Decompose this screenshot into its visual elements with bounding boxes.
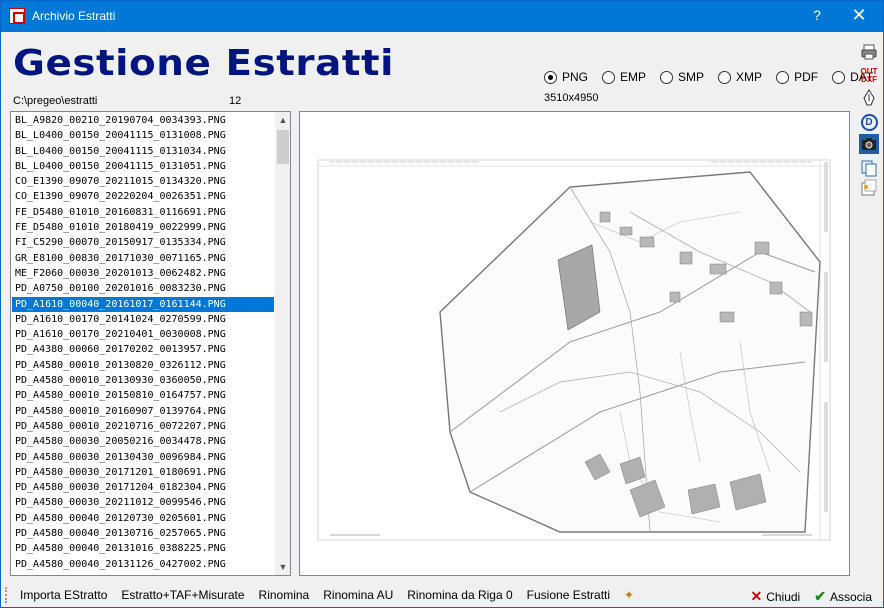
list-item[interactable]: PD_A4580_00010_20150810_0164757.PNG (12, 388, 274, 403)
radio-button[interactable] (718, 70, 732, 84)
list-item[interactable]: PD_A4580_00010_20160907_0139764.PNG (12, 404, 274, 419)
footer-button-rinomina-au[interactable]: Rinomina AU (318, 586, 398, 604)
checkmark-icon: ✔ (814, 588, 826, 604)
list-item[interactable]: CO_E1390_09070_20211015_0134320.PNG (12, 174, 274, 189)
format-option-png[interactable]: PNG (544, 70, 588, 84)
format-option-smp[interactable]: SMP (660, 70, 704, 84)
cadastral-map-image (317, 159, 831, 541)
dxf-export-label: OUT DXF (860, 67, 878, 84)
list-item[interactable]: PD_A4580_00040_20131126_0427002.PNG (12, 557, 274, 572)
folder-path: C:\pregeo\estratti (13, 95, 98, 107)
format-option-pdf[interactable]: PDF (776, 70, 818, 84)
format-option-emp[interactable]: EMP (602, 70, 646, 84)
scroll-thumb[interactable] (277, 130, 289, 164)
footer-button-estratto-taf-misurate[interactable]: Estratto+TAF+Misurate (116, 586, 249, 604)
close-window-button[interactable]: ✕ (847, 5, 871, 27)
list-item[interactable]: FE_D5480_01010_20160831_0116691.PNG (12, 205, 274, 220)
radio-button[interactable] (660, 70, 674, 84)
radio-button[interactable] (776, 70, 790, 84)
list-item[interactable]: BL_L0400_00150_20041115_0131034.PNG (12, 144, 274, 159)
list-item[interactable]: PD_A4580_00010_20130930_0360050.PNG (12, 373, 274, 388)
printer-icon[interactable] (858, 41, 880, 63)
camera-icon[interactable] (858, 133, 880, 155)
list-item[interactable]: BL_A9820_00210_20190704_0034393.PNG (12, 113, 274, 128)
format-radio-group: PNG EMP SMP XMP PDF DAT (544, 70, 884, 84)
format-option-label: XMP (736, 70, 763, 84)
close-x-icon: ✕ (750, 588, 763, 604)
radio-button[interactable] (602, 70, 616, 84)
footer-actions: Importa EStratto Estratto+TAF+Misurate Rin… (11, 586, 615, 604)
list-item[interactable]: PD_A4580_00040_20130716_0257065.PNG (12, 526, 274, 541)
list-item[interactable]: PD_A1610_00170_20141024_0270599.PNG (12, 312, 274, 327)
image-stack-icon[interactable] (858, 177, 880, 199)
file-list[interactable]: BL_A9820_00210_20190704_0034393.PNG BL_L0… (10, 111, 291, 576)
page-title: Gestione Estratti (13, 43, 395, 84)
scroll-up-icon[interactable]: ▲ (275, 112, 290, 128)
pen-nib-icon[interactable] (858, 87, 880, 109)
footer-button-rinomina[interactable]: Rinomina (254, 586, 315, 604)
list-item[interactable]: BL_L0400_00150_20041115_0131051.PNG (12, 159, 274, 174)
footer-toolbar: Importa EStratto Estratto+TAF+Misurate Rin… (1, 583, 883, 607)
window-title: Archivio Estratti (32, 9, 116, 23)
magic-wand-icon[interactable]: ✦ (619, 586, 639, 604)
list-item[interactable]: PD_A4580_00040_20120730_0205601.PNG (12, 511, 274, 526)
list-item[interactable]: GR_E8100_00830_20171030_0071165.PNG (12, 251, 274, 266)
close-button-label: Chiudi (766, 589, 801, 604)
footer-right-actions: ✕ Chiudi ✔ Associa (741, 586, 877, 607)
footer-button-rinomina-da-riga-0[interactable]: Rinomina da Riga 0 (402, 586, 517, 604)
file-count: 12 (229, 95, 242, 107)
list-item[interactable]: PD_A1610_00040_20161017_0161144.PNG (12, 296, 274, 312)
list-item[interactable]: PD_A4380_00060_20170202_0013957.PNG (12, 342, 274, 357)
app-icon (9, 8, 25, 24)
title-bar: Archivio Estratti ? ✕ (1, 1, 883, 32)
list-item[interactable]: CO_E1390_09070_20220204_0026351.PNG (12, 189, 274, 204)
list-item[interactable]: ME_F2060_00030_20201013_0062482.PNG (12, 266, 274, 281)
list-item[interactable]: PD_A4580_00030_20211012_0099546.PNG (12, 495, 274, 510)
radio-button[interactable] (544, 70, 557, 84)
associate-button[interactable]: ✔ Associa (809, 586, 877, 607)
app-window: Archivio Estratti ? ✕ Gestione Estratti … (0, 0, 884, 608)
list-item[interactable]: PD_A4580_00030_20171201_0180691.PNG (12, 465, 274, 480)
list-item[interactable]: PD_A4580_00030_20171204_0182304.PNG (12, 480, 274, 495)
list-item[interactable]: PD_A4580_00040_20131016_0388225.PNG (12, 541, 274, 556)
format-option-label: EMP (620, 70, 647, 84)
image-resolution: 3510x4950 (544, 92, 599, 104)
list-item[interactable]: PD_A4580_00030_20050216_0034478.PNG (12, 434, 274, 449)
scroll-down-icon[interactable]: ▼ (275, 559, 290, 575)
footer-button-fusione-estratti[interactable]: Fusione Estratti (522, 586, 615, 604)
d-circle-label: D (860, 113, 878, 131)
footer-button-importa-estratto[interactable]: Importa EStratto (15, 586, 112, 604)
file-list-items: BL_A9820_00210_20190704_0034393.PNG BL_L0… (12, 113, 274, 575)
d-circle-icon[interactable]: D (858, 111, 880, 133)
dxf-export-icon[interactable]: OUT DXF (858, 65, 880, 87)
radio-button[interactable] (832, 70, 846, 84)
list-item[interactable]: PD_A4580_00050_20051111_0278171.PNG (12, 572, 274, 575)
format-option-label: PNG (562, 70, 589, 84)
list-item[interactable]: BL_L0400_00150_20041115_0131008.PNG (12, 128, 274, 143)
help-button[interactable]: ? (807, 7, 827, 27)
format-option-label: SMP (678, 70, 705, 84)
list-item[interactable]: FI_C5290_00070_20150917_0135334.PNG (12, 235, 274, 250)
list-item[interactable]: PD_A0750_00100_20201016_0083230.PNG (12, 281, 274, 296)
copy-icon[interactable] (858, 157, 880, 179)
format-option-xmp[interactable]: XMP (718, 70, 762, 84)
list-item[interactable]: PD_A4580_00010_20130820_0326112.PNG (12, 358, 274, 373)
list-item[interactable]: PD_A4580_00030_20130430_0096984.PNG (12, 450, 274, 465)
close-button[interactable]: ✕ Chiudi (745, 586, 805, 607)
associate-button-label: Associa (829, 589, 872, 604)
list-item[interactable]: PD_A1610_00170_20210401_0030008.PNG (12, 327, 274, 342)
map-preview (299, 111, 850, 576)
format-option-label: PDF (794, 70, 819, 84)
list-item[interactable]: FE_D5480_01010_20180419_0022999.PNG (12, 220, 274, 235)
list-item[interactable]: PD_A4580_00010_20210716_0072207.PNG (12, 419, 274, 434)
file-list-scrollbar[interactable]: ▲ ▼ (275, 112, 290, 575)
